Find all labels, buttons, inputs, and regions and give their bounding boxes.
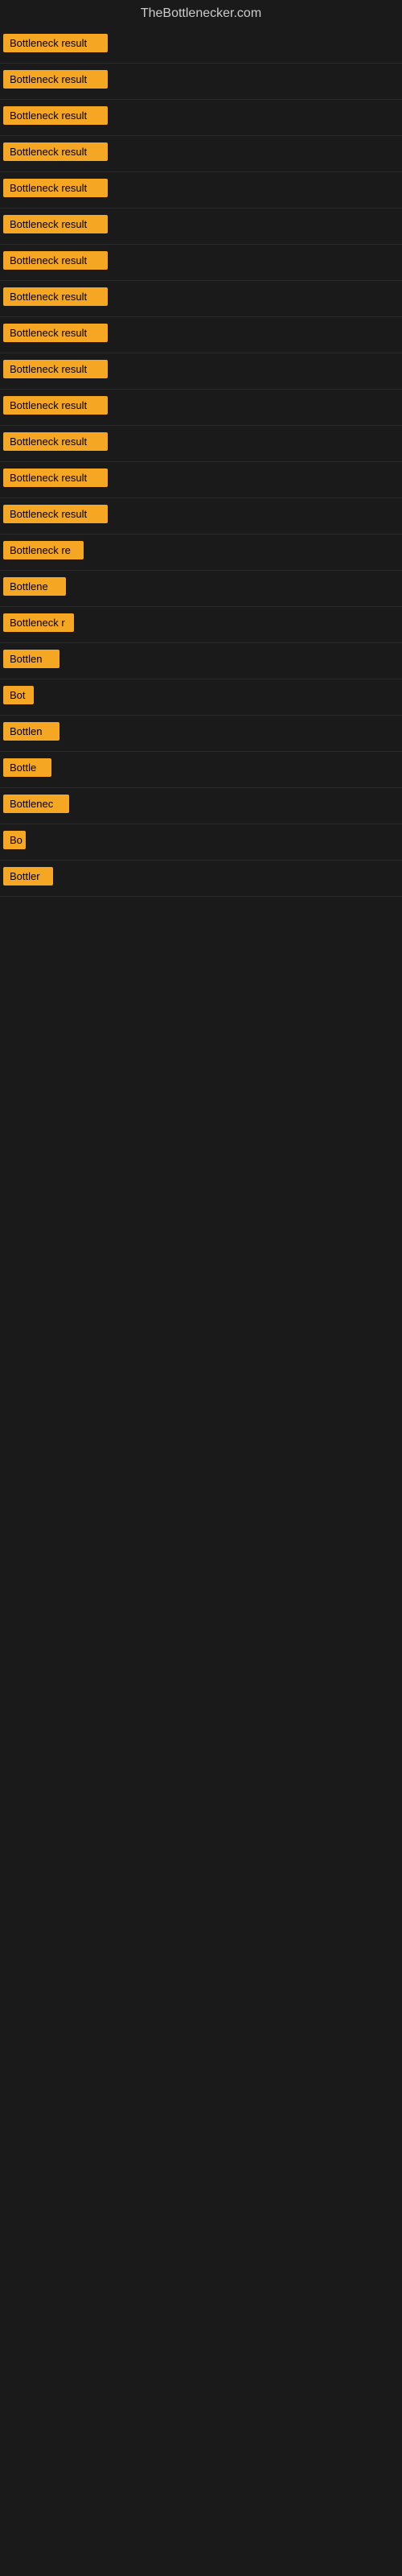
result-row[interactable]: Bottleneck re bbox=[0, 535, 402, 571]
bottleneck-badge[interactable]: Bottleneck re bbox=[3, 541, 84, 559]
bottleneck-badge[interactable]: Bottleneck result bbox=[3, 432, 108, 451]
result-row[interactable]: Bottleneck result bbox=[0, 208, 402, 245]
result-row[interactable]: Bottlene bbox=[0, 571, 402, 607]
bottleneck-badge[interactable]: Bottleneck result bbox=[3, 505, 108, 523]
bottleneck-badge[interactable]: Bottleneck result bbox=[3, 287, 108, 306]
bottleneck-badge[interactable]: Bottlenec bbox=[3, 795, 69, 813]
result-row[interactable]: Bottler bbox=[0, 861, 402, 897]
bottleneck-badge[interactable]: Bottlen bbox=[3, 650, 59, 668]
bottleneck-badge[interactable]: Bottle bbox=[3, 758, 51, 777]
result-row[interactable]: Bottleneck result bbox=[0, 100, 402, 136]
bottleneck-badge[interactable]: Bottleneck result bbox=[3, 70, 108, 89]
result-row[interactable]: Bottleneck result bbox=[0, 245, 402, 281]
bottleneck-badge[interactable]: Bottler bbox=[3, 867, 53, 886]
result-row[interactable]: Bottleneck result bbox=[0, 462, 402, 498]
result-row[interactable]: Bottleneck result bbox=[0, 27, 402, 64]
bottleneck-badge[interactable]: Bottlen bbox=[3, 722, 59, 741]
bottleneck-badge[interactable]: Bot bbox=[3, 686, 34, 704]
result-row[interactable]: Bottleneck result bbox=[0, 281, 402, 317]
result-row[interactable]: Bottle bbox=[0, 752, 402, 788]
bottleneck-badge[interactable]: Bottleneck result bbox=[3, 106, 108, 125]
result-row[interactable]: Bottleneck r bbox=[0, 607, 402, 643]
result-row[interactable]: Bottlenec bbox=[0, 788, 402, 824]
result-row[interactable]: Bottleneck result bbox=[0, 136, 402, 172]
bottleneck-badge[interactable]: Bottleneck result bbox=[3, 142, 108, 161]
result-row[interactable]: Bottleneck result bbox=[0, 353, 402, 390]
bottleneck-badge[interactable]: Bottleneck result bbox=[3, 34, 108, 52]
result-row[interactable]: Bottleneck result bbox=[0, 498, 402, 535]
result-row[interactable]: Bottleneck result bbox=[0, 390, 402, 426]
site-title: TheBottlenecker.com bbox=[0, 0, 402, 27]
bottleneck-badge[interactable]: Bottleneck r bbox=[3, 613, 74, 632]
result-row[interactable]: Bottleneck result bbox=[0, 172, 402, 208]
results-list: Bottleneck result Bottleneck result Bottle… bbox=[0, 27, 402, 897]
result-row[interactable]: Bottleneck result bbox=[0, 64, 402, 100]
result-row[interactable]: Bottleneck result bbox=[0, 317, 402, 353]
result-row[interactable]: Bottlen bbox=[0, 643, 402, 679]
result-row[interactable]: Bottleneck result bbox=[0, 426, 402, 462]
result-row[interactable]: Bo bbox=[0, 824, 402, 861]
bottleneck-badge[interactable]: Bottleneck result bbox=[3, 215, 108, 233]
site-title-text: TheBottlenecker.com bbox=[141, 6, 261, 20]
bottleneck-badge[interactable]: Bottleneck result bbox=[3, 324, 108, 342]
bottleneck-badge[interactable]: Bottleneck result bbox=[3, 469, 108, 487]
result-row[interactable]: Bot bbox=[0, 679, 402, 716]
bottleneck-badge[interactable]: Bottleneck result bbox=[3, 396, 108, 415]
bottleneck-badge[interactable]: Bo bbox=[3, 831, 26, 849]
bottleneck-badge[interactable]: Bottleneck result bbox=[3, 179, 108, 197]
bottleneck-badge[interactable]: Bottleneck result bbox=[3, 360, 108, 378]
result-row[interactable]: Bottlen bbox=[0, 716, 402, 752]
bottleneck-badge[interactable]: Bottleneck result bbox=[3, 251, 108, 270]
bottleneck-badge[interactable]: Bottlene bbox=[3, 577, 66, 596]
